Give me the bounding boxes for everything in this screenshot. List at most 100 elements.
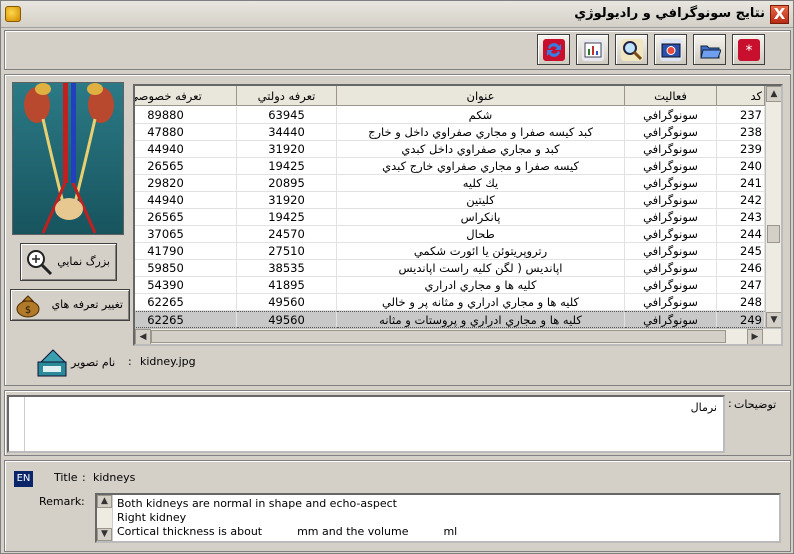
cell-activity: سونوگرافي (625, 192, 717, 209)
language-badge[interactable]: EN (14, 471, 33, 487)
cell-code: 242 (717, 192, 765, 209)
cell-public-tariff: 49560 (237, 294, 337, 311)
scroll-down-arrow-icon[interactable]: ▼ (766, 312, 781, 328)
report-button[interactable] (576, 34, 609, 65)
cell-private-tariff: 26565 (135, 209, 237, 226)
horizontal-scrollbar[interactable]: ◀ ▶ (135, 328, 781, 344)
table-row[interactable]: 41790 27510 رتروپريتوئن يا ائورت شكمي سونوگ… (135, 243, 765, 260)
cell-code: 246 (717, 260, 765, 277)
vertical-scrollbar[interactable]: ▲ ▼ (765, 86, 781, 329)
refresh-button[interactable] (537, 34, 570, 65)
results-window: نتايج سونوگرافي و راديولوژي X * بزرگ نما… (0, 0, 794, 554)
column-header-public-tariff[interactable]: تعرفه دولتي (237, 86, 337, 106)
remark-line: Both kidneys are normal in shape and ech… (117, 497, 397, 510)
cell-public-tariff: 27510 (237, 243, 337, 260)
cell-public-tariff: 20895 (237, 175, 337, 192)
new-icon: * (738, 39, 760, 61)
remark-scroll-down-icon[interactable]: ▼ (97, 528, 112, 541)
cell-code: 245 (717, 243, 765, 260)
change-tariff-button[interactable]: $ تغيير تعرفه هاي (10, 289, 130, 321)
table-row[interactable]: 47880 34440 كبد كيسه صفرا و مجاري صفراوي د… (135, 124, 765, 141)
cell-activity: سونوگرافي (625, 260, 717, 277)
image-thumbnail[interactable] (12, 82, 124, 235)
table-row[interactable]: 29820 20895 يك كليه سونوگرافي 241 (135, 175, 765, 192)
cell-activity: سونوگرافي (625, 141, 717, 158)
cell-code: 241 (717, 175, 765, 192)
cell-code: 239 (717, 141, 765, 158)
app-icon (5, 6, 21, 22)
new-button[interactable]: * (732, 34, 765, 65)
cell-public-tariff: 34440 (237, 124, 337, 141)
remark-scrollbar[interactable]: ▲ ▼ (97, 495, 113, 541)
cell-code: 237 (717, 107, 765, 124)
description-separator: : (728, 397, 732, 410)
table-row[interactable]: 37065 24570 طحال سونوگرافي 244 (135, 226, 765, 243)
cell-title: اپانديس ( لگن كليه راست اپانديس (337, 260, 625, 277)
cell-title: كليتين (337, 192, 625, 209)
cell-activity: سونوگرافي (625, 124, 717, 141)
table-row[interactable]: 54390 41895 كليه ها و مجاري ادراري سونوگراف… (135, 277, 765, 294)
cell-activity: سونوگرافي (625, 158, 717, 175)
cell-private-tariff: 89880 (135, 107, 237, 124)
scroll-right-arrow-icon[interactable]: ▶ (747, 329, 763, 344)
cell-activity: سونوگرافي (625, 277, 717, 294)
cell-public-tariff: 41895 (237, 277, 337, 294)
cell-private-tariff: 54390 (135, 277, 237, 294)
cell-activity: سونوگرافي (625, 107, 717, 124)
table-row[interactable]: 44940 31920 كليتين سونوگرافي 242 (135, 192, 765, 209)
cell-title: طحال (337, 226, 625, 243)
cell-activity: سونوگرافي (625, 226, 717, 243)
description-scrollbar[interactable] (9, 397, 25, 451)
column-header-private-tariff[interactable]: تعرفه خصوصي (135, 86, 237, 106)
column-header-activity[interactable]: فعاليت (625, 86, 717, 106)
description-value: نرمال (690, 401, 717, 414)
table-row[interactable]: 62265 49560 كليه ها و مجاري ادراري و مثانه… (135, 294, 765, 311)
cell-title: كليه ها و مجاري ادراري و پروستات و مثانه (337, 311, 625, 328)
close-button[interactable]: X (770, 5, 789, 24)
cell-private-tariff: 62265 (135, 294, 237, 311)
image-filename: kidney.jpg (140, 355, 196, 368)
description-field[interactable]: نرمال (7, 395, 725, 453)
cell-private-tariff: 44940 (135, 141, 237, 158)
remark-scroll-up-icon[interactable]: ▲ (97, 495, 112, 508)
english-remark-label: Remark (39, 495, 82, 508)
folder-icon (699, 39, 722, 61)
vertical-scroll-thumb[interactable] (767, 225, 780, 243)
cell-private-tariff: 44940 (135, 192, 237, 209)
refresh-icon (543, 39, 565, 61)
cell-public-tariff: 49560 (237, 311, 337, 328)
cell-public-tariff: 31920 (237, 141, 337, 158)
services-table: تعرفه خصوصي تعرفه دولتي عنوان فعاليت كد … (133, 84, 783, 346)
search-button[interactable] (615, 34, 648, 65)
table-row[interactable]: 59850 38535 اپانديس ( لگن كليه راست اپاندي… (135, 260, 765, 277)
svg-text:*: * (746, 43, 753, 59)
window-title: نتايج سونوگرافي و راديولوژي (574, 6, 765, 21)
horizontal-scroll-thumb[interactable] (151, 330, 726, 343)
column-header-title[interactable]: عنوان (337, 86, 625, 106)
scroll-left-arrow-icon[interactable]: ◀ (135, 329, 151, 344)
scroll-up-arrow-icon[interactable]: ▲ (766, 86, 781, 102)
cell-private-tariff: 26565 (135, 158, 237, 175)
zoom-button[interactable]: بزرگ نمايي (20, 243, 117, 281)
open-folder-button[interactable] (693, 34, 726, 65)
title-bar: نتايج سونوگرافي و راديولوژي X (1, 1, 793, 28)
english-title-value: kidneys (93, 471, 136, 484)
image-file-icon (37, 349, 67, 377)
cell-private-tariff: 37065 (135, 226, 237, 243)
table-row[interactable]: 26565 19425 كيسه صفرا و مجاري صفراوي خارج … (135, 158, 765, 175)
search-icon (621, 39, 643, 61)
table-row[interactable]: 89880 63945 شكم سونوگرافي 237 (135, 107, 765, 124)
column-header-code[interactable]: كد (717, 86, 765, 106)
cell-title: يك كليه (337, 175, 625, 192)
cell-title: كليه ها و مجاري ادراري و مثانه پر و خالي (337, 294, 625, 311)
english-remark-field[interactable]: ▲ ▼ Both kidneys are normal in shape and… (95, 493, 781, 543)
cell-code: 240 (717, 158, 765, 175)
table-row[interactable]: 62265 49560 كليه ها و مجاري ادراري و پروست… (135, 311, 765, 328)
table-row[interactable]: 26565 19425 پانكراس سونوگرافي 243 (135, 209, 765, 226)
cell-public-tariff: 19425 (237, 158, 337, 175)
table-row[interactable]: 44940 31920 كبد و مجاري صفراوي داخل كبدي سو… (135, 141, 765, 158)
tariff-label: تغيير تعرفه هاي (51, 298, 123, 311)
image-name-label: نام تصوير (71, 356, 116, 369)
cell-public-tariff: 31920 (237, 192, 337, 209)
camera-button[interactable] (654, 34, 687, 65)
